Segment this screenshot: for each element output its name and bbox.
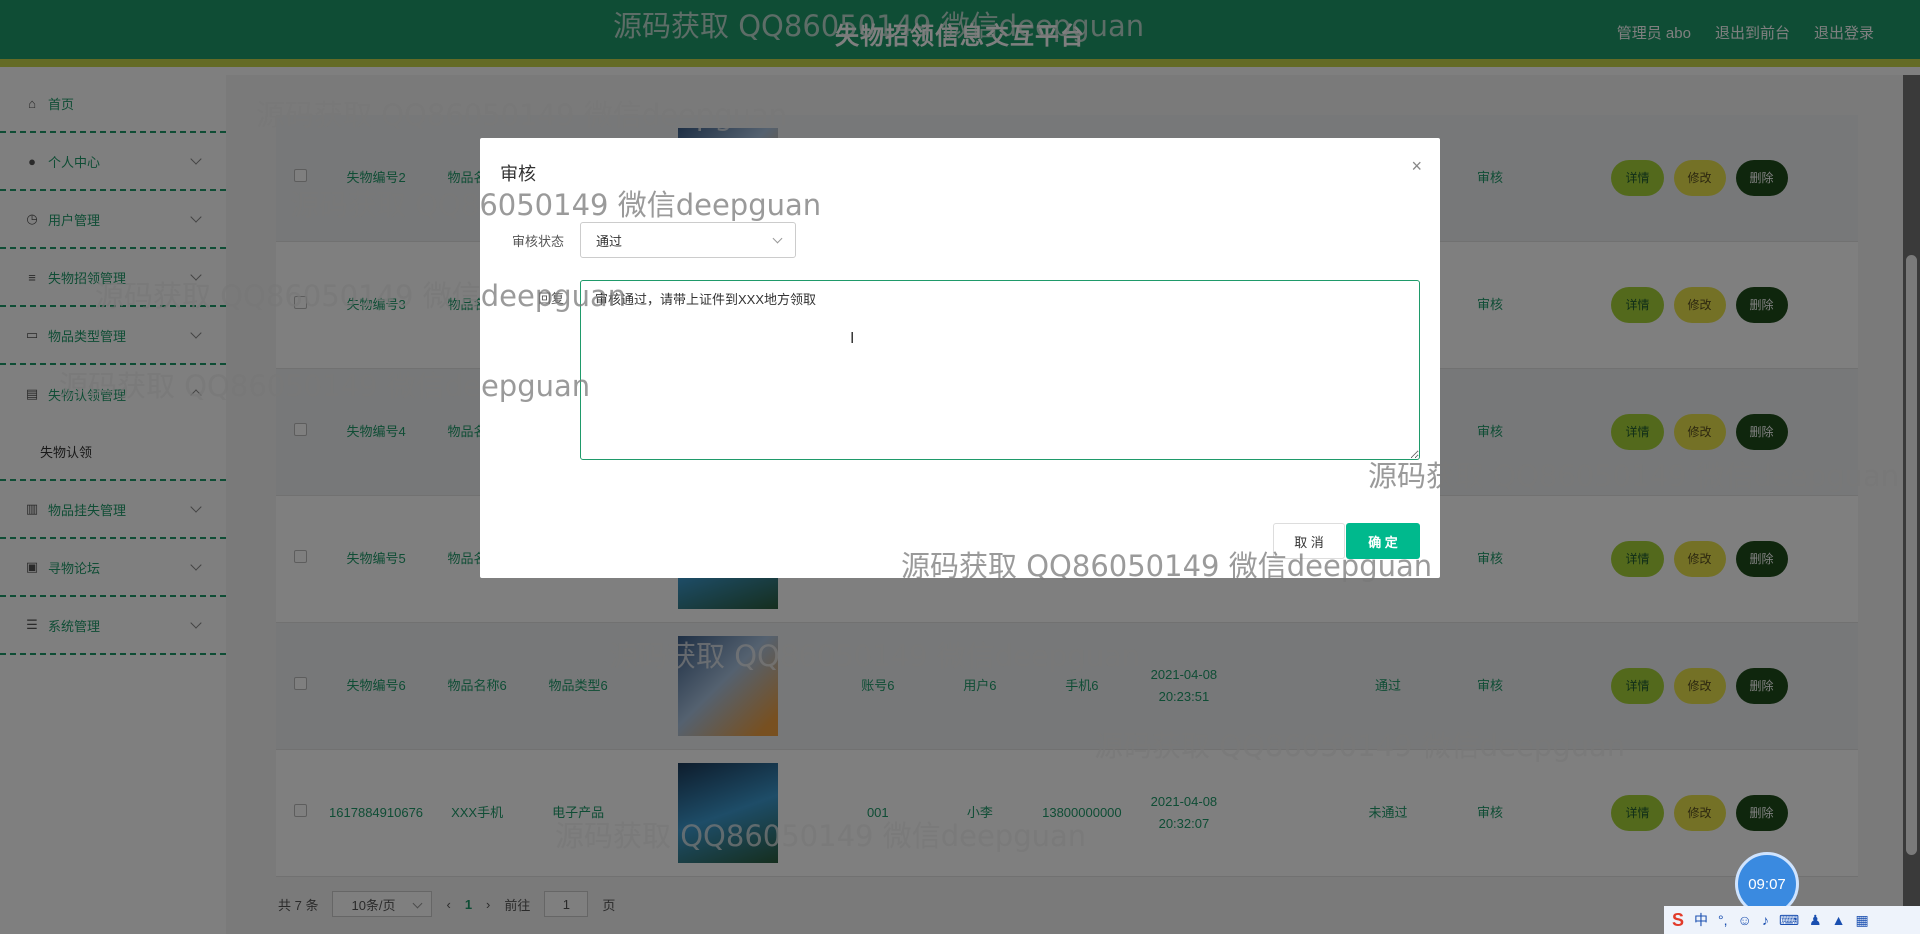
cancel-button[interactable]: 取 消 xyxy=(1273,523,1345,559)
audit-dialog: 审核 × 审核状态 通过 回复 I 取 消 确 定 xyxy=(480,138,1440,578)
text-cursor-icon: I xyxy=(850,330,855,347)
ime-language-toggle[interactable]: 中 xyxy=(1694,910,1708,930)
confirm-button[interactable]: 确 定 xyxy=(1346,523,1420,559)
grid-icon[interactable]: ▦ xyxy=(1855,912,1868,929)
skin-icon[interactable]: ▲ xyxy=(1832,912,1846,928)
user-icon[interactable]: ♟ xyxy=(1809,912,1822,929)
close-icon[interactable]: × xyxy=(1411,156,1422,177)
status-select[interactable]: 通过 xyxy=(580,222,796,258)
ime-toolbar: S 中 °, ☺ ♪ ⌨ ♟ ▲ ▦ xyxy=(1664,906,1920,934)
scrollbar-thumb[interactable] xyxy=(1906,255,1917,855)
punctuation-icon[interactable]: °, xyxy=(1718,912,1728,928)
emoji-icon[interactable]: ☺ xyxy=(1738,912,1752,928)
reply-label: 回复 xyxy=(538,291,565,306)
reply-textarea[interactable] xyxy=(580,280,1420,460)
status-label: 审核状态 xyxy=(512,234,565,249)
sogou-logo-icon[interactable]: S xyxy=(1672,910,1684,931)
keyboard-icon[interactable]: ⌨ xyxy=(1779,912,1799,929)
scrollbar[interactable] xyxy=(1903,75,1920,934)
microphone-icon[interactable]: ♪ xyxy=(1762,912,1769,928)
dialog-title: 审核 xyxy=(500,164,536,184)
